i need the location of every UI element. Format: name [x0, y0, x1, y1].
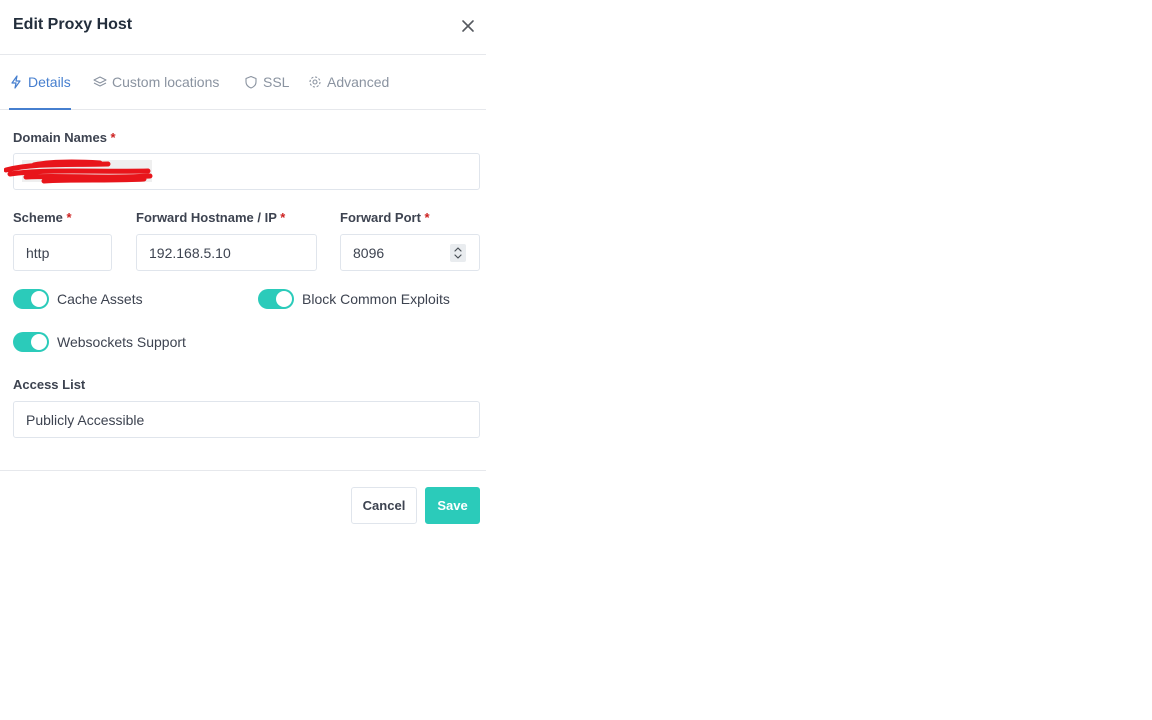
redaction-scribble — [4, 159, 153, 184]
required-mark: * — [110, 130, 116, 145]
domain-names-label: Domain Names * — [13, 130, 116, 145]
required-mark: * — [66, 210, 72, 225]
modal-title: Edit Proxy Host — [13, 16, 133, 33]
scheme-select[interactable]: http — [13, 234, 112, 271]
close-icon[interactable] — [458, 16, 478, 36]
stepper-arrows-icon — [454, 247, 462, 259]
access-list-label: Access List — [13, 377, 86, 392]
forward-hostname-label: Forward Hostname / IP * — [136, 210, 285, 225]
domain-names-label-text: Domain Names — [13, 130, 107, 145]
forward-hostname-label-text: Forward Hostname / IP — [136, 210, 277, 225]
scheme-label-text: Scheme — [13, 210, 63, 225]
scheme-value: http — [26, 244, 50, 261]
websockets-support-toggle[interactable] — [13, 332, 49, 352]
save-button[interactable]: Save — [425, 487, 480, 524]
tab-advanced[interactable]: Advanced — [308, 55, 389, 109]
websockets-support-label: Websockets Support — [57, 334, 186, 350]
block-common-exploits-label: Block Common Exploits — [302, 291, 450, 307]
shield-icon — [245, 75, 257, 89]
modal-header: Edit Proxy Host — [0, 0, 486, 55]
footer-divider — [0, 470, 486, 471]
forward-port-label-text: Forward Port — [340, 210, 421, 225]
block-common-exploits-toggle[interactable] — [258, 289, 294, 309]
edit-proxy-host-modal: Edit Proxy Host Details Custom locations… — [0, 0, 486, 540]
tab-custom-locations[interactable]: Custom locations — [93, 55, 219, 109]
tab-ssl-label: SSL — [263, 74, 290, 90]
port-stepper[interactable] — [450, 244, 466, 262]
access-list-select[interactable]: Publicly Accessible — [13, 401, 480, 438]
forward-hostname-value: 192.168.5.10 — [149, 244, 231, 261]
required-mark: * — [424, 210, 430, 225]
tab-details[interactable]: Details — [9, 55, 71, 110]
forward-port-value: 8096 — [353, 244, 385, 261]
tab-bar: Details Custom locations SSL Advanced — [0, 55, 486, 110]
access-list-value: Publicly Accessible — [26, 411, 145, 428]
tab-advanced-label: Advanced — [327, 74, 390, 90]
bolt-icon — [11, 75, 21, 89]
tab-details-label: Details — [28, 74, 71, 90]
layers-icon — [93, 76, 107, 87]
forward-port-input[interactable]: 8096 — [340, 234, 480, 271]
forward-port-label: Forward Port * — [340, 210, 430, 225]
tab-custom-locations-label: Custom locations — [112, 74, 220, 90]
scheme-label: Scheme * — [13, 210, 72, 225]
forward-hostname-input[interactable]: 192.168.5.10 — [136, 234, 317, 271]
required-mark: * — [280, 210, 286, 225]
cache-assets-label: Cache Assets — [57, 291, 143, 307]
cancel-button[interactable]: Cancel — [351, 487, 417, 524]
gear-icon — [309, 76, 321, 88]
cache-assets-toggle[interactable] — [13, 289, 49, 309]
tab-ssl[interactable]: SSL — [244, 55, 289, 109]
